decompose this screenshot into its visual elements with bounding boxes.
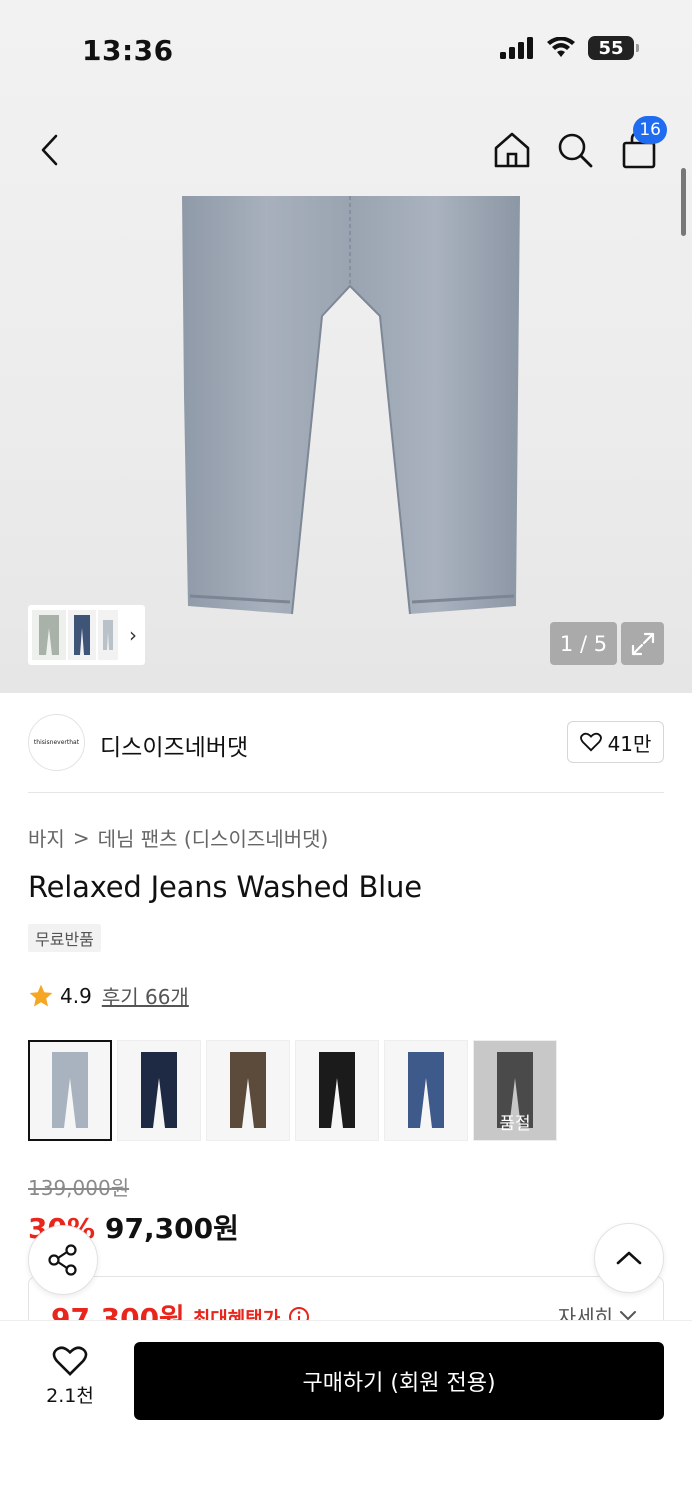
status-bar: 13:36 55 [0, 0, 692, 100]
color-swatch[interactable] [117, 1040, 201, 1141]
thumbnail-image[interactable] [68, 610, 96, 660]
divider [28, 792, 664, 793]
color-swatch[interactable]: 품절 [473, 1040, 557, 1141]
search-button[interactable] [551, 126, 599, 174]
top-nav: 16 [0, 116, 692, 182]
chevron-up-icon [616, 1251, 642, 1265]
thumbnail-image[interactable] [32, 610, 66, 660]
free-return-tag: 무료반품 [28, 924, 101, 952]
breadcrumb: 바지 > 데님 팬츠 (디스이즈네버댓) [28, 823, 328, 852]
expand-icon [631, 632, 654, 655]
status-icons: 55 [500, 36, 639, 60]
breadcrumb-subcategory[interactable]: 데님 팬츠 (디스이즈네버댓) [98, 823, 329, 852]
brand-name[interactable]: 디스이즈네버댓 [100, 728, 248, 762]
search-icon [558, 133, 593, 168]
breadcrumb-separator: > [72, 825, 90, 850]
heart-icon [579, 732, 602, 752]
status-time: 13:36 [82, 34, 174, 67]
chevron-right-icon[interactable]: › [129, 623, 137, 647]
heart-icon [52, 1346, 88, 1376]
swatch-image [408, 1051, 444, 1128]
star-icon [29, 984, 53, 1007]
wishlist-button[interactable]: 2.1천 [40, 1345, 100, 1408]
breadcrumb-category[interactable]: 바지 [28, 823, 65, 852]
review-count-link[interactable]: 후기 66개 [102, 981, 189, 1010]
image-counter: 1 / 5 [550, 622, 617, 665]
color-swatch[interactable] [28, 1040, 112, 1141]
color-swatch[interactable] [295, 1040, 379, 1141]
swatch-image [319, 1051, 355, 1128]
swatch-image [141, 1051, 177, 1128]
color-swatch[interactable] [206, 1040, 290, 1141]
brand-like-button[interactable]: 41만 [567, 721, 664, 763]
brand-like-count: 41만 [607, 731, 652, 756]
color-swatch[interactable] [384, 1040, 468, 1141]
swatch-image [230, 1051, 266, 1128]
wishlist-count: 2.1천 [46, 1385, 94, 1407]
rating-score: 4.9 [60, 983, 92, 1008]
color-options: 품절 [28, 1040, 557, 1141]
bottom-action-bar: 2.1천 구매하기 (회원 전용) [0, 1320, 692, 1500]
signal-icon [500, 37, 533, 59]
sale-price: 97,300원 [105, 1212, 239, 1245]
swatch-image [52, 1051, 88, 1128]
chevron-left-icon [41, 134, 58, 166]
share-button[interactable] [28, 1225, 98, 1295]
cart-count-badge: 16 [633, 116, 667, 144]
back-button[interactable] [26, 126, 74, 174]
product-title: Relaxed Jeans Washed Blue [28, 870, 422, 904]
brand-logo[interactable]: thisisneverthat [28, 714, 85, 771]
battery-icon: 55 [588, 36, 639, 60]
scroll-top-button[interactable] [594, 1223, 664, 1293]
thumbnail-image[interactable] [98, 610, 118, 660]
brand-logo-text: thisisneverthat [33, 739, 80, 746]
gallery-thumbnails[interactable]: › [28, 605, 145, 665]
home-icon [494, 132, 530, 168]
product-image-jeans[interactable] [178, 196, 524, 618]
original-price: 139,000원 [28, 1176, 130, 1200]
expand-button[interactable] [621, 622, 664, 665]
home-button[interactable] [488, 126, 536, 174]
rating: 4.9 후기 66개 [28, 981, 189, 1010]
wifi-icon [547, 37, 575, 57]
product-gallery[interactable]: 13:36 55 16 › 1 / 5 [0, 0, 692, 693]
cart-button[interactable]: 16 [615, 116, 667, 174]
soldout-label: 품절 [499, 1114, 531, 1134]
brand-row: thisisneverthat 디스이즈네버댓 41만 [28, 714, 664, 772]
buy-button[interactable]: 구매하기 (회원 전용) [134, 1342, 664, 1420]
share-icon [48, 1244, 77, 1276]
